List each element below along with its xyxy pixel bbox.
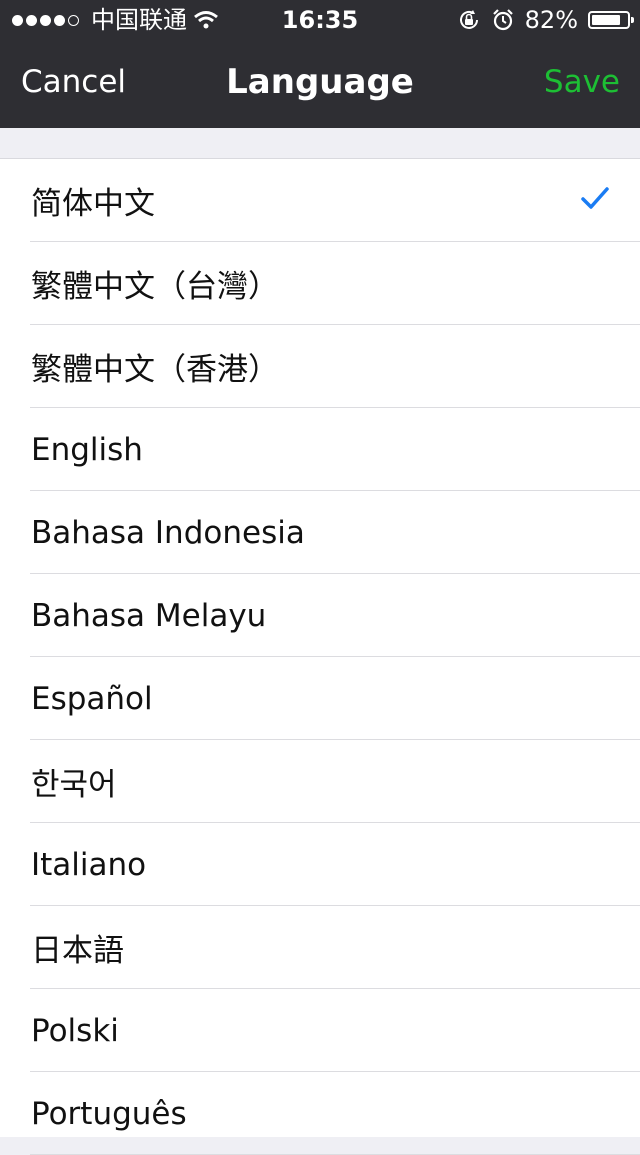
language-label: Polski (31, 1012, 119, 1049)
language-list: 简体中文繁體中文（台灣） 繁體中文（香港） English Bahasa Indone… (0, 158, 640, 1155)
orientation-lock-icon (459, 10, 478, 29)
language-label: 繁體中文（香港） (31, 352, 279, 388)
language-option[interactable]: 繁體中文（台灣） (0, 242, 640, 325)
language-option[interactable]: 日本語 (0, 906, 640, 989)
language-label: Português (31, 1095, 187, 1132)
navigation-bar: Cancel Language Save (0, 40, 640, 128)
language-option[interactable]: Bahasa Melayu (0, 574, 640, 657)
status-right: 82% (457, 0, 634, 40)
language-option[interactable]: English (0, 408, 640, 491)
language-label: Bahasa Indonesia (31, 514, 305, 551)
language-option[interactable]: Español (0, 657, 640, 740)
language-label: 日本語 (31, 933, 124, 969)
status-bar: 中国联通 16:35 82% (0, 0, 640, 40)
language-label: Italiano (31, 846, 147, 883)
save-button[interactable]: Save (544, 64, 620, 100)
language-label: Bahasa Melayu (31, 597, 267, 634)
language-label: English (31, 431, 143, 468)
top-bar: 中国联通 16:35 82% Cancel Language Save (0, 0, 640, 128)
language-label: 简体中文 (31, 186, 155, 222)
checkmark-icon (581, 187, 609, 209)
language-label: 繁體中文（台灣） (31, 269, 279, 305)
language-label: Español (31, 680, 153, 717)
battery-percent: 82% (524, 6, 578, 34)
language-label: 한국어 (31, 767, 117, 803)
language-option[interactable]: Italiano (0, 823, 640, 906)
language-option[interactable]: 简体中文 (0, 159, 640, 242)
language-option[interactable]: Bahasa Indonesia (0, 491, 640, 574)
language-option[interactable]: 한국어 (0, 740, 640, 823)
alarm-icon (492, 9, 513, 31)
language-option[interactable]: 繁體中文（香港） (0, 325, 640, 408)
language-option[interactable]: Polski (0, 989, 640, 1072)
battery-icon (588, 11, 634, 29)
language-option[interactable]: Português (0, 1072, 640, 1155)
